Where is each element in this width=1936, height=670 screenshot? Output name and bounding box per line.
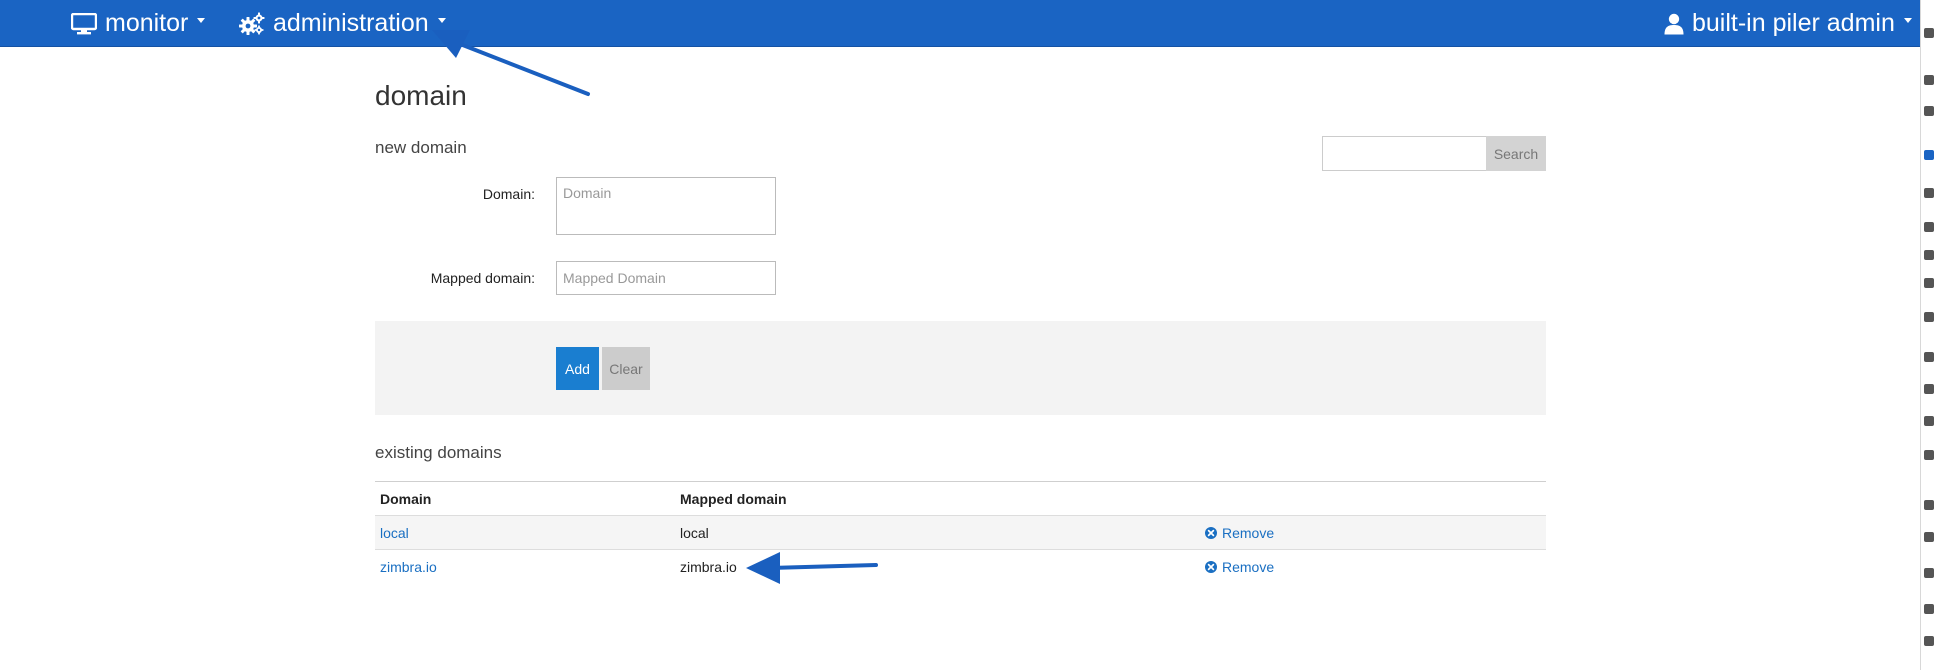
toolbar-glyph [1924, 352, 1934, 362]
column-header-mapped-domain: Mapped domain [680, 491, 787, 507]
action-cell: Remove [1205, 516, 1274, 550]
clear-button[interactable]: Clear [602, 347, 650, 390]
toolbar-glyph [1924, 312, 1934, 322]
toolbar-glyph [1924, 636, 1934, 646]
nav-user-menu[interactable]: built-in piler admin [1664, 0, 1912, 47]
search-button[interactable]: Search [1486, 136, 1546, 171]
toolbar-glyph [1924, 500, 1934, 510]
gears-icon [239, 12, 265, 36]
mapped-domain-field-label: Mapped domain: [430, 270, 535, 286]
existing-domains-heading: existing domains [375, 443, 502, 462]
form-actions-panel [375, 321, 1546, 415]
toolbar-glyph [1924, 75, 1934, 85]
toolbar-glyph [1924, 450, 1934, 460]
toolbar-glyph [1924, 28, 1934, 38]
domains-table: Domain Mapped domain local local Remove … [375, 481, 1546, 583]
toolbar-glyph [1924, 188, 1934, 198]
nav-administration-menu[interactable]: administration [239, 0, 446, 47]
toolbar-glyph [1924, 384, 1934, 394]
domain-link[interactable]: local [380, 525, 409, 541]
new-domain-heading: new domain [375, 138, 467, 157]
nav-administration-label: administration [273, 9, 429, 37]
domain-textarea[interactable] [556, 177, 776, 235]
toolbar-glyph [1924, 278, 1934, 288]
caret-down-icon [197, 18, 206, 23]
domain-cell: local [380, 516, 409, 550]
remove-label: Remove [1222, 525, 1275, 541]
nav-monitor-menu[interactable]: monitor [71, 0, 206, 47]
circle-x-icon [1205, 527, 1217, 539]
domain-field-label: Domain: [482, 186, 535, 202]
remove-link[interactable]: Remove [1205, 525, 1274, 541]
toolbar-glyph [1924, 222, 1934, 232]
toolbar-glyph [1924, 250, 1934, 260]
caret-down-icon [437, 18, 446, 23]
search-input[interactable] [1322, 136, 1487, 171]
table-row: zimbra.io zimbra.io Remove [375, 549, 1546, 583]
user-icon [1664, 13, 1684, 35]
domain-link[interactable]: zimbra.io [380, 559, 437, 575]
remove-label: Remove [1222, 559, 1275, 575]
add-button[interactable]: Add [556, 347, 599, 390]
side-toolbar-strip [1920, 0, 1936, 670]
table-row: local local Remove [375, 515, 1546, 549]
column-header-domain: Domain [380, 491, 432, 507]
caret-down-icon [1903, 18, 1912, 23]
remove-link[interactable]: Remove [1205, 559, 1274, 575]
domain-cell: zimbra.io [380, 550, 437, 584]
monitor-icon [71, 12, 97, 35]
action-cell: Remove [1205, 550, 1274, 584]
mapped-domain-cell: local [680, 525, 709, 541]
nav-user-label: built-in piler admin [1692, 9, 1895, 37]
toolbar-glyph [1924, 150, 1934, 160]
mapped-domain-input[interactable] [556, 261, 776, 295]
mapped-domain-cell: zimbra.io [680, 559, 737, 575]
toolbar-glyph [1924, 416, 1934, 426]
circle-x-icon [1205, 561, 1217, 573]
top-navbar: monitor administration built-in piler ad… [0, 0, 1920, 47]
table-header-row: Domain Mapped domain [375, 481, 1546, 515]
nav-monitor-label: monitor [105, 9, 189, 37]
page-title: domain [375, 80, 467, 111]
toolbar-glyph [1924, 604, 1934, 614]
toolbar-glyph [1924, 106, 1934, 116]
toolbar-glyph [1924, 532, 1934, 542]
toolbar-glyph [1924, 568, 1934, 578]
